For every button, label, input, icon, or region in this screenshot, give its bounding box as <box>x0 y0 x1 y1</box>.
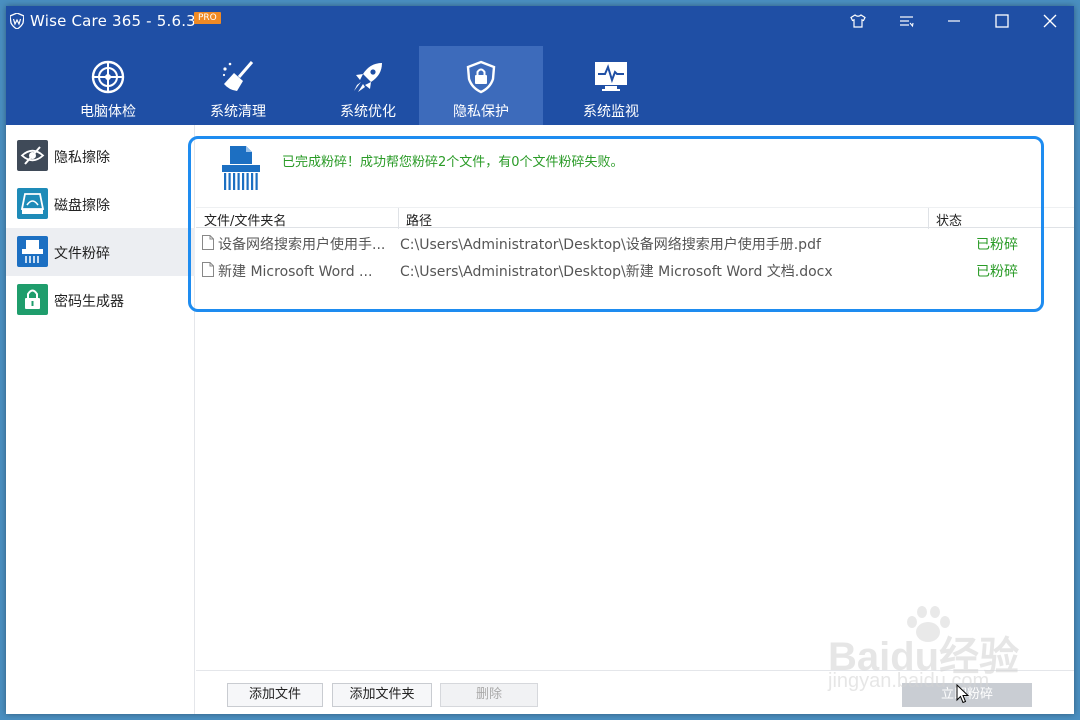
add-folder-button[interactable]: 添加文件夹 <box>332 683 432 707</box>
nav-checkup-label: 电脑体检 <box>80 104 136 120</box>
nav-monitor[interactable]: 系统监视 <box>549 46 673 125</box>
shredder-icon <box>17 236 48 267</box>
maximize-icon <box>995 14 1009 28</box>
close-icon <box>1043 14 1057 28</box>
minimize-icon <box>948 20 960 22</box>
sidebar-item-privacy-erase[interactable]: 隐私擦除 <box>6 132 195 180</box>
nav-checkup[interactable]: 电脑体检 <box>46 46 170 125</box>
skin-button[interactable] <box>835 6 881 36</box>
sidebar: 隐私擦除 磁盘擦除 文件粉碎 密码生成器 <box>6 125 195 714</box>
rocket-icon <box>354 63 382 92</box>
monitor-icon <box>595 62 627 91</box>
title-bar[interactable]: Wise Care 365 - 5.6.3 PRO <box>6 6 1074 36</box>
nav-monitor-label: 系统监视 <box>583 104 639 120</box>
sidebar-item-label: 密码生成器 <box>54 294 124 310</box>
main-nav: 电脑体检 系统清理 系统优化 隐私保护 系统监视 <box>46 46 746 125</box>
maximize-button[interactable] <box>979 6 1025 36</box>
mouse-cursor-icon <box>956 684 970 704</box>
app-header: Wise Care 365 - 5.6.3 PRO 电脑体检 系统清理 系统优化… <box>6 6 1074 125</box>
shield-lock-icon <box>466 60 496 94</box>
add-file-button[interactable]: 添加文件 <box>227 683 323 707</box>
menu-icon <box>899 15 914 27</box>
checkup-icon <box>91 60 125 94</box>
app-title: Wise Care 365 - 5.6.3 <box>30 12 196 30</box>
delete-button[interactable]: 删除 <box>440 683 538 707</box>
menu-button[interactable] <box>883 6 929 36</box>
shirt-icon <box>850 14 866 28</box>
nav-clean-label: 系统清理 <box>210 104 266 120</box>
disk-icon <box>17 188 48 219</box>
close-button[interactable] <box>1027 6 1073 36</box>
nav-privacy-label: 隐私保护 <box>453 104 509 120</box>
sidebar-item-label: 磁盘擦除 <box>54 198 110 214</box>
sidebar-item-file-shredder[interactable]: 文件粉碎 <box>6 228 195 276</box>
sidebar-item-label: 文件粉碎 <box>54 246 110 262</box>
nav-optimize-label: 系统优化 <box>340 104 396 120</box>
lock-icon <box>17 284 48 315</box>
nav-clean[interactable]: 系统清理 <box>176 46 300 125</box>
broom-icon <box>222 61 254 91</box>
minimize-button[interactable] <box>931 6 977 36</box>
pro-badge: PRO <box>194 12 221 24</box>
nav-optimize[interactable]: 系统优化 <box>306 46 430 125</box>
sidebar-item-password-generator[interactable]: 密码生成器 <box>6 276 195 324</box>
app-logo-icon <box>10 13 24 29</box>
sidebar-item-disk-erase[interactable]: 磁盘擦除 <box>6 180 195 228</box>
annotation-highlight-box <box>188 136 1044 312</box>
nav-privacy[interactable]: 隐私保护 <box>419 46 543 125</box>
eye-slash-icon <box>17 140 48 171</box>
sidebar-item-label: 隐私擦除 <box>54 150 110 166</box>
baidu-jingyan-watermark: Baidu经验 jingyan.baidu.com <box>828 604 1028 700</box>
